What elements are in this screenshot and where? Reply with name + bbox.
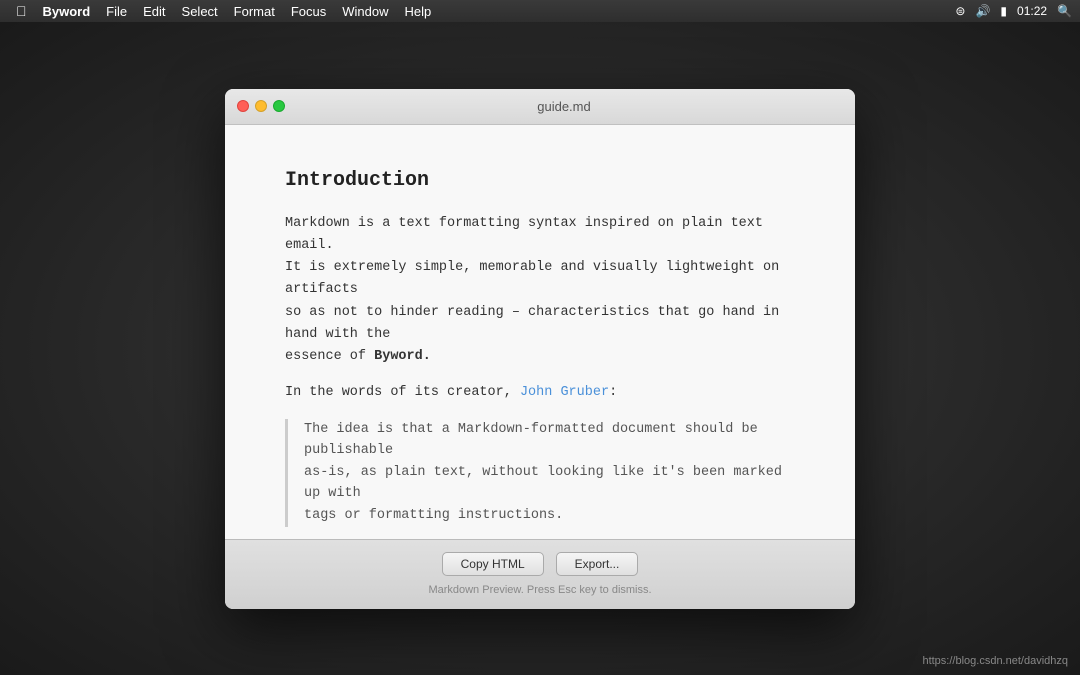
- clock: 01:22: [1017, 4, 1047, 18]
- document-content[interactable]: Introduction Markdown is a text formatti…: [225, 125, 855, 539]
- export-button[interactable]: Export...: [556, 552, 639, 576]
- menu-format[interactable]: Format: [226, 2, 283, 21]
- menu-help[interactable]: Help: [397, 2, 440, 21]
- menu-select[interactable]: Select: [174, 2, 226, 21]
- wifi-icon: ⊜: [955, 4, 965, 18]
- menubar:  Byword File Edit Select Format Focus W…: [0, 0, 1080, 22]
- footer-hint: Markdown Preview. Press Esc key to dismi…: [428, 584, 651, 596]
- search-icon[interactable]: 🔍: [1057, 4, 1072, 18]
- url-hint: https://blog.csdn.net/davidhzq: [922, 655, 1068, 667]
- heading-introduction: Introduction: [285, 165, 795, 197]
- menubar-right: ⊜ 🔊 ▮ 01:22 🔍: [955, 4, 1072, 18]
- john-gruber-link[interactable]: John Gruber: [520, 385, 609, 400]
- paragraph-gruber: In the words of its creator, John Gruber…: [285, 382, 795, 404]
- paragraph-intro-text: Markdown is a text formatting syntax ins…: [285, 216, 779, 365]
- menu-byword[interactable]: Byword: [35, 2, 99, 21]
- menu-edit[interactable]: Edit: [135, 2, 173, 21]
- menu-file[interactable]: File: [98, 2, 135, 21]
- maximize-button[interactable]: [273, 100, 285, 112]
- close-button[interactable]: [237, 100, 249, 112]
- menu-window[interactable]: Window: [334, 2, 396, 21]
- blockquote-text: The idea is that a Markdown-formatted do…: [304, 422, 782, 523]
- paragraph-intro-bold: Byword.: [374, 349, 431, 364]
- window-title: guide.md: [285, 99, 843, 114]
- document-window: guide.md Introduction Markdown is a text…: [225, 89, 855, 609]
- footer-buttons: Copy HTML Export...: [442, 552, 639, 576]
- battery-icon: ▮: [1000, 4, 1007, 18]
- desktop: guide.md Introduction Markdown is a text…: [0, 22, 1080, 675]
- paragraph-gruber-suffix: :: [609, 385, 617, 400]
- window-footer: Copy HTML Export... Markdown Preview. Pr…: [225, 539, 855, 609]
- paragraph-intro: Markdown is a text formatting syntax ins…: [285, 213, 795, 369]
- audio-icon: 🔊: [975, 4, 990, 18]
- menu-focus[interactable]: Focus: [283, 2, 334, 21]
- minimize-button[interactable]: [255, 100, 267, 112]
- markdown-body: Introduction Markdown is a text formatti…: [285, 165, 795, 539]
- copy-html-button[interactable]: Copy HTML: [442, 552, 544, 576]
- traffic-lights: [237, 100, 285, 112]
- apple-menu[interactable]: : [8, 3, 35, 19]
- titlebar: guide.md: [225, 89, 855, 125]
- blockquote: The idea is that a Markdown-formatted do…: [285, 419, 795, 527]
- paragraph-gruber-prefix: In the words of its creator,: [285, 385, 520, 400]
